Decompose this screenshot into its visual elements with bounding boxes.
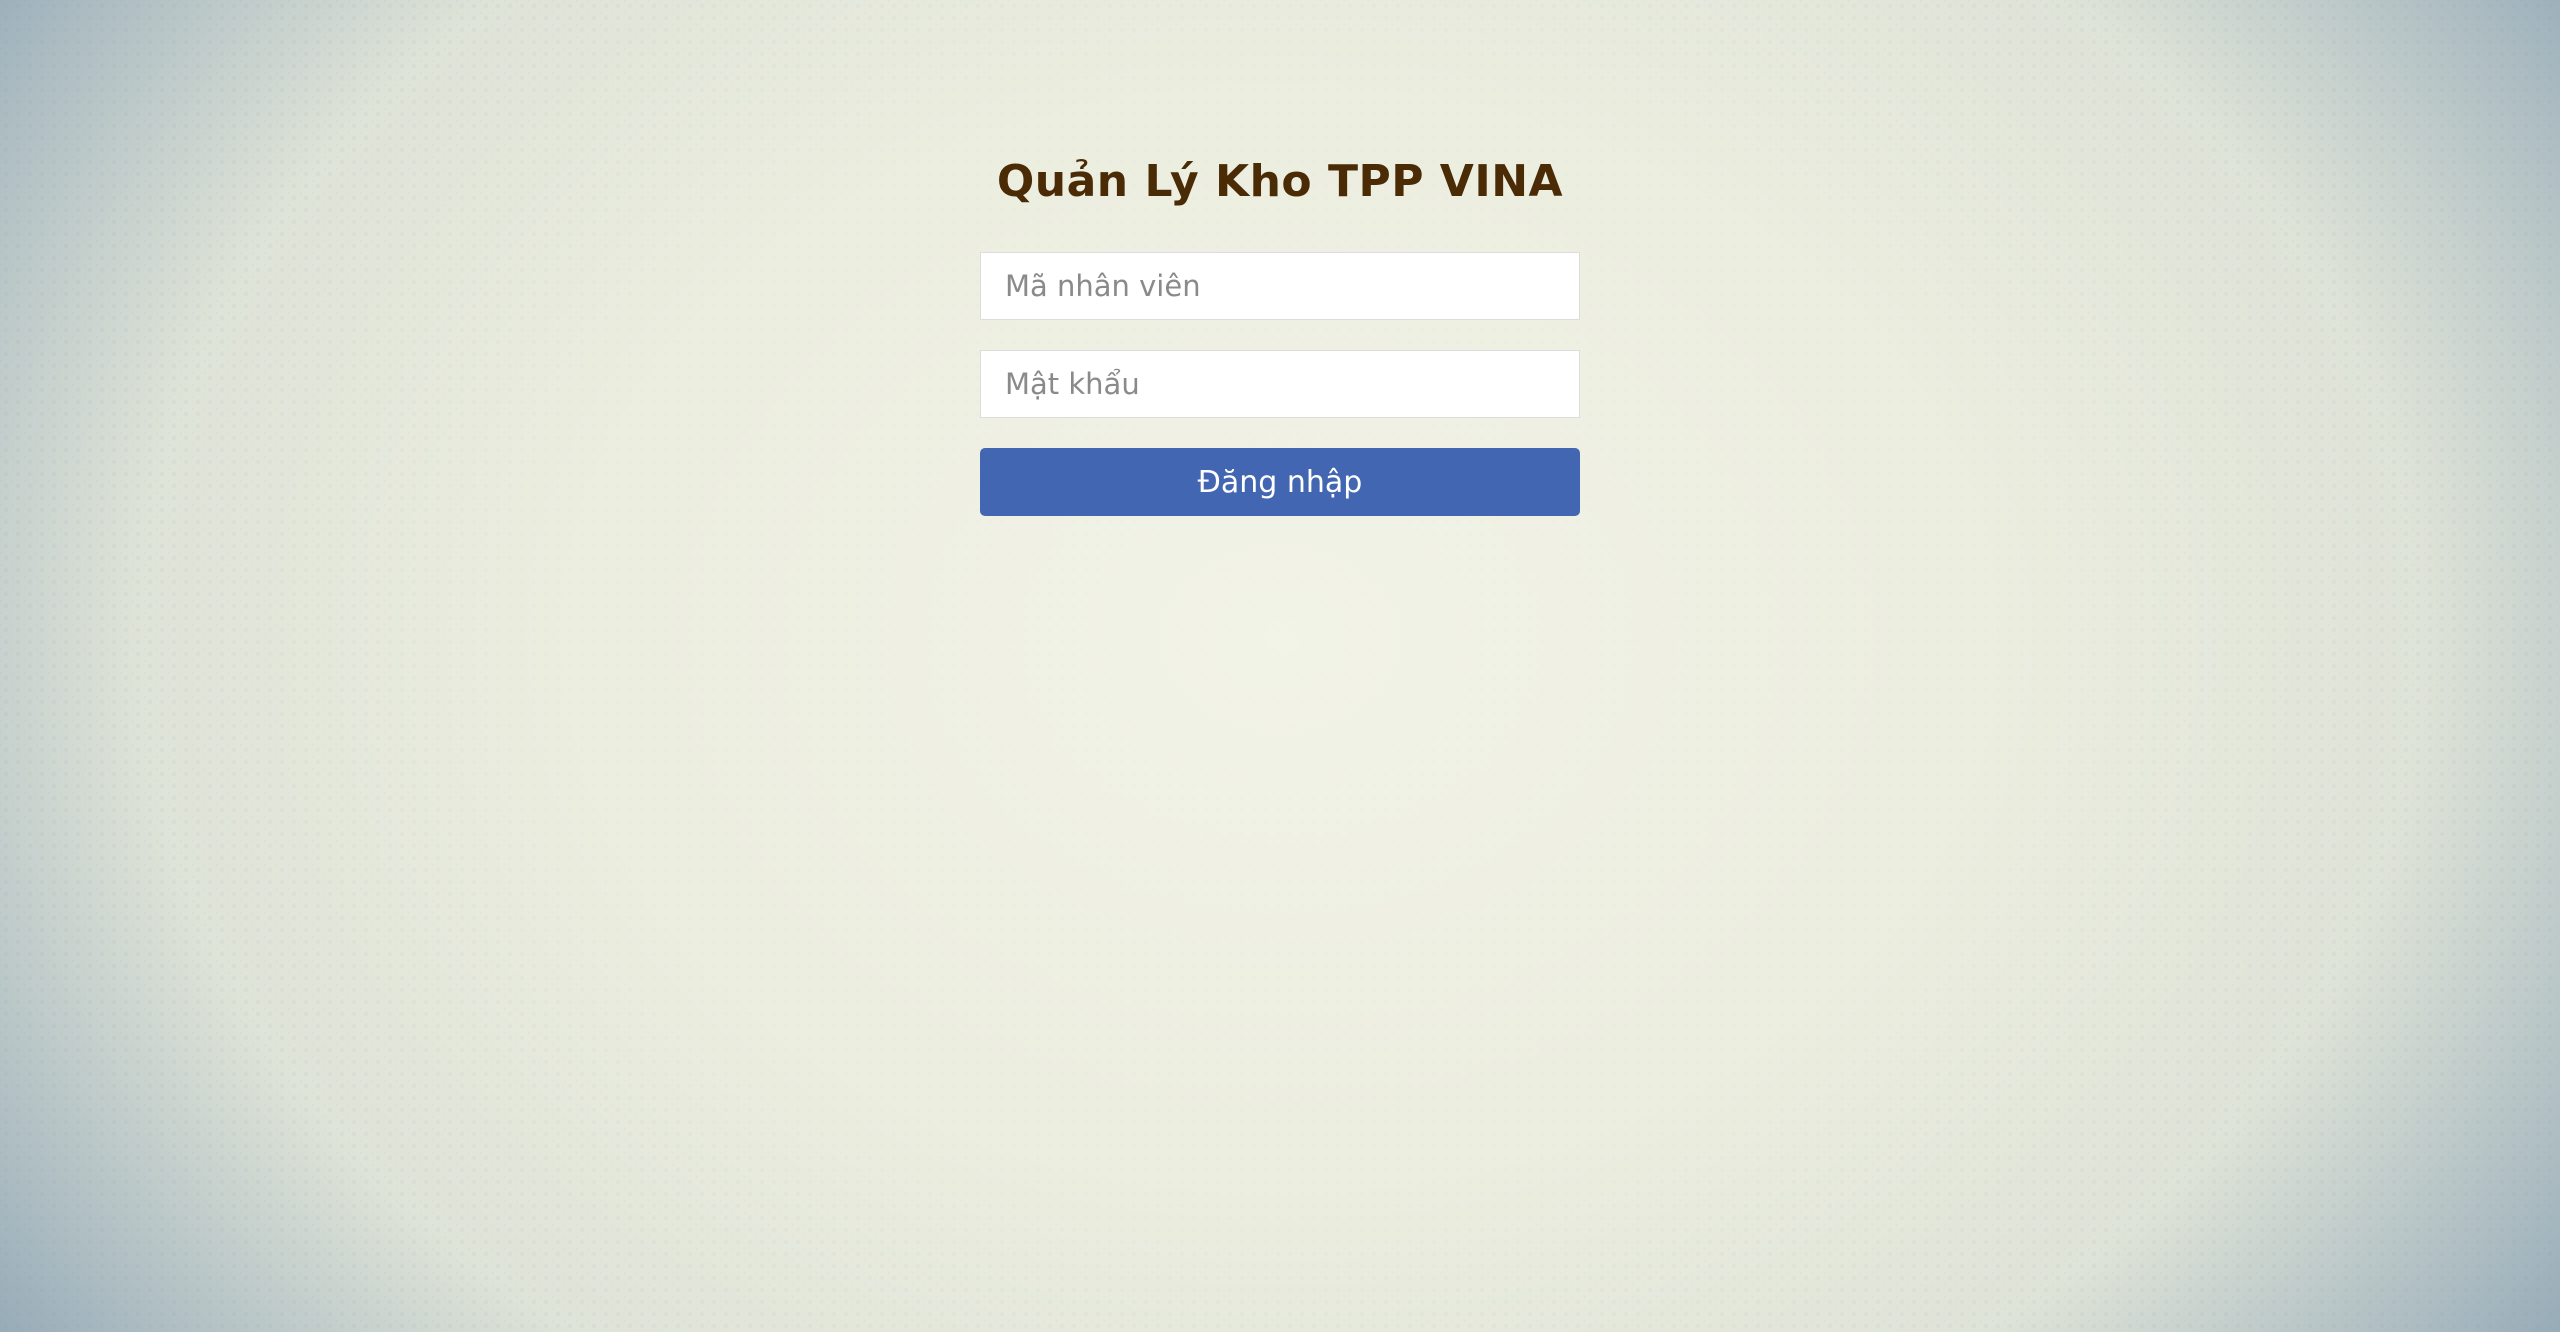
login-form: Quản Lý Kho TPP VINA Đăng nhập <box>980 150 1580 516</box>
page-title: Quản Lý Kho TPP VINA <box>996 156 1564 207</box>
employee-id-input[interactable] <box>980 252 1580 320</box>
password-input[interactable] <box>980 350 1580 418</box>
login-button[interactable]: Đăng nhập <box>980 448 1580 516</box>
